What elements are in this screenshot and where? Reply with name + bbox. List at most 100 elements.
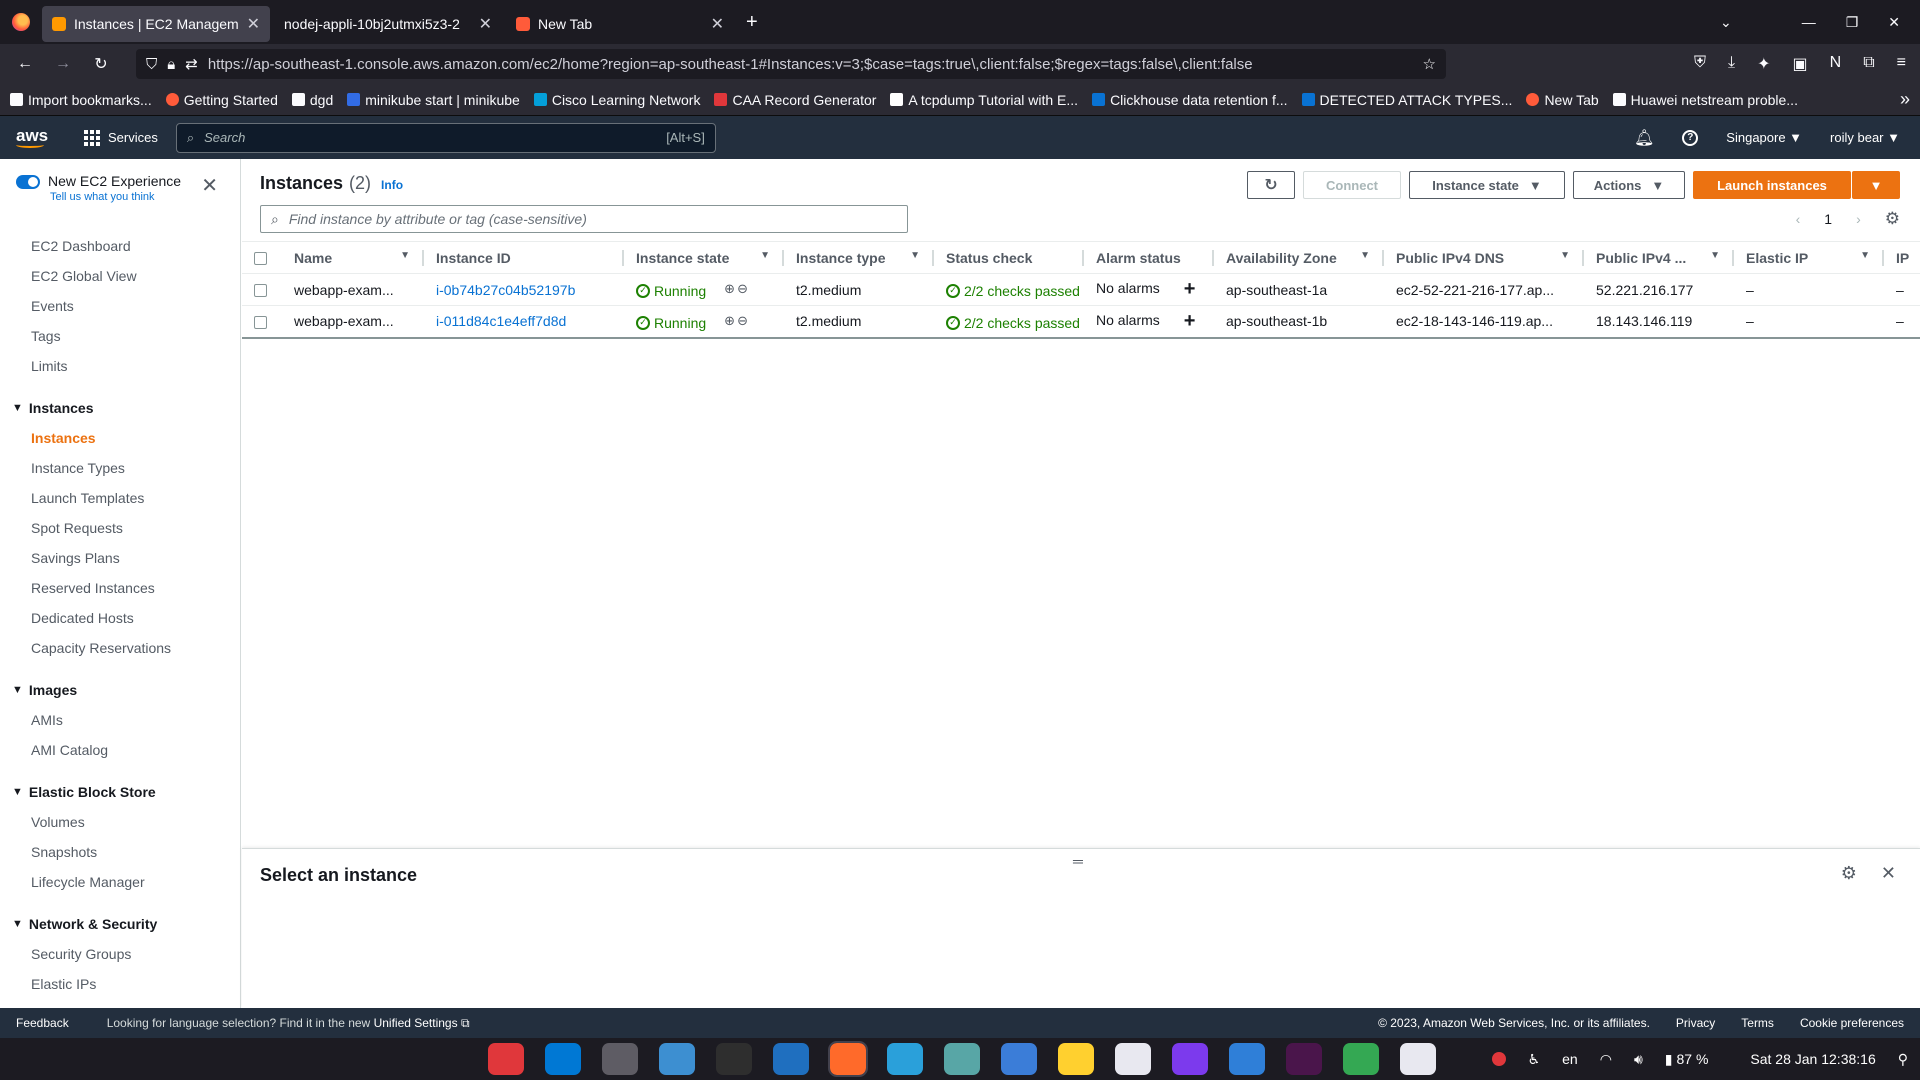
reader-app-icon[interactable] [659, 1043, 695, 1075]
vscode-app-icon[interactable] [545, 1043, 581, 1075]
connect-button[interactable]: Connect [1303, 171, 1401, 199]
page-number[interactable]: 1 [1824, 211, 1832, 227]
clickup-app-icon[interactable] [1115, 1043, 1151, 1075]
sidenav-item[interactable]: Snapshots [0, 837, 240, 867]
menu-icon[interactable]: ≡ [1897, 54, 1906, 74]
sidenav-section[interactable]: ▼ Instances [0, 393, 240, 423]
column-header[interactable]: IP [1884, 241, 1920, 274]
close-tab-icon[interactable]: ✕ [479, 14, 492, 34]
sidenav-item[interactable]: EC2 Dashboard [0, 231, 240, 261]
sidenav-item[interactable]: Spot Requests [0, 513, 240, 543]
miro-app-icon[interactable] [1058, 1043, 1094, 1075]
bookmark-item[interactable]: minikube start | minikube [347, 92, 520, 108]
tab-list-chevron-icon[interactable]: ⌄ [1720, 14, 1732, 31]
column-header[interactable]: Availability Zone ▼ [1214, 241, 1384, 274]
firefox-app-icon[interactable] [828, 1041, 868, 1077]
zoom-in-icon[interactable]: ⊕ [724, 313, 735, 328]
firefox-logo-icon[interactable] [12, 13, 30, 31]
launch-dropdown-button[interactable]: ▼ [1852, 171, 1900, 199]
battery-indicator[interactable]: ▮ 87 % [1665, 1051, 1709, 1068]
wifi-icon[interactable]: ◠ [1600, 1051, 1612, 1068]
bookmark-item[interactable]: CAA Record Generator [714, 92, 876, 108]
sidenav-item[interactable]: Security Groups [0, 939, 240, 969]
row-checkbox[interactable] [254, 316, 267, 330]
bookmark-star-icon[interactable]: ☆ [1423, 55, 1436, 73]
sort-caret-icon[interactable]: ▼ [760, 250, 770, 261]
column-header[interactable]: Instance ID [424, 241, 624, 274]
detail-settings-gear-icon[interactable]: ⚙ [1841, 863, 1857, 884]
sort-caret-icon[interactable]: ▼ [400, 250, 410, 261]
sidenav-item[interactable]: Capacity Reservations [0, 633, 240, 663]
aws-logo[interactable]: aws [16, 127, 60, 148]
sidenav-item[interactable]: AMI Catalog [0, 735, 240, 765]
bookmark-item[interactable]: dgd [291, 92, 333, 108]
account-menu[interactable]: roily bear ▼ [1830, 130, 1900, 145]
keyboard-language[interactable]: en [1562, 1051, 1578, 1067]
volume-icon[interactable]: 🔊︎ [1634, 1051, 1643, 1068]
aws-search-input[interactable]: ⌕ Search [Alt+S] [175, 122, 716, 153]
app-blue-app-icon[interactable] [1001, 1043, 1037, 1075]
extension-icon[interactable]: ✦ [1757, 54, 1770, 74]
notification-badge-icon[interactable] [1491, 1052, 1506, 1066]
browser-tab[interactable]: New Tab ✕ [506, 6, 734, 42]
column-header[interactable]: Name ▼ [282, 241, 424, 274]
column-header[interactable]: Instance type ▼ [784, 241, 934, 274]
bookmark-item[interactable]: Huawei netstream proble... [1612, 92, 1798, 108]
column-header[interactable]: Instance state ▼ [624, 241, 784, 274]
column-header[interactable]: Public IPv4 ... ▼ [1584, 241, 1734, 274]
app-paw-app-icon[interactable] [944, 1043, 980, 1075]
minimize-icon[interactable]: — [1802, 14, 1816, 30]
add-alarm-icon[interactable]: + [1184, 310, 1196, 332]
instance-id-link[interactable]: i-0b74b27c04b52197b [436, 282, 575, 298]
bookmark-item[interactable]: Getting Started [165, 92, 278, 108]
bookmark-item[interactable]: A tcpdump Tutorial with E... [890, 92, 1078, 108]
actions-button[interactable]: Actions ▼ [1573, 171, 1685, 199]
pocket-icon[interactable]: ⛨ [1694, 54, 1706, 74]
permissions-icon[interactable]: ⇄ [185, 55, 198, 73]
back-icon[interactable]: ← [14, 55, 36, 73]
lock-icon[interactable]: 🔒︎ [167, 56, 175, 73]
instance-filter-input[interactable]: ⌕ Find instance by attribute or tag (cas… [260, 205, 908, 233]
sidenav-item[interactable]: AMIs [0, 705, 240, 735]
shield-icon[interactable]: ⛉ [146, 56, 157, 73]
bookmark-item[interactable]: Import bookmarks... [10, 92, 152, 108]
browser-tab[interactable]: Instances | EC2 Manageme ✕ [42, 6, 270, 42]
sort-caret-icon[interactable]: ▼ [1560, 250, 1570, 261]
sidenav-section[interactable]: ▼ Images [0, 675, 240, 705]
sidenav-item[interactable]: Events [0, 291, 240, 321]
bookmark-item[interactable]: Cisco Learning Network [533, 92, 700, 108]
column-header[interactable]: Status check [934, 241, 1084, 274]
refresh-button[interactable]: ↻ [1247, 171, 1295, 199]
row-checkbox[interactable] [254, 284, 267, 298]
remmina-app-icon[interactable] [773, 1043, 809, 1075]
bookmark-item[interactable]: Clickhouse data retention f... [1092, 92, 1288, 108]
add-alarm-icon[interactable]: + [1184, 278, 1196, 300]
url-text[interactable]: https://ap-southeast-1.console.aws.amazo… [208, 56, 1413, 73]
zoom-in-icon[interactable]: ⊕ [724, 281, 735, 296]
accessibility-person-icon[interactable]: ⚲ [1898, 1051, 1908, 1068]
bookmark-item[interactable]: DETECTED ATTACK TYPES... [1301, 92, 1512, 108]
sidenav-item[interactable]: Reserved Instances [0, 573, 240, 603]
services-menu-button[interactable]: Services [84, 129, 158, 146]
sidenav-section[interactable]: ▼ Elastic Block Store [0, 777, 240, 807]
sidenav-item[interactable]: Savings Plans [0, 543, 240, 573]
browser-tab[interactable]: nodej-appli-10bj2utmxi5z3-2 ✕ [274, 6, 502, 42]
chrome-app-icon[interactable] [1343, 1043, 1379, 1075]
region-selector[interactable]: Singapore ▼ [1726, 130, 1802, 145]
sort-caret-icon[interactable]: ▼ [1710, 250, 1720, 261]
next-page-icon[interactable]: › [1856, 211, 1861, 227]
terminal-app-icon[interactable] [716, 1043, 752, 1075]
bookmark-item[interactable]: New Tab [1526, 92, 1599, 108]
sidenav-item[interactable]: Launch Templates [0, 483, 240, 513]
sort-caret-icon[interactable]: ▼ [1860, 250, 1870, 261]
pycharm-app-icon[interactable] [1229, 1043, 1265, 1075]
reload-icon[interactable]: ↻ [90, 54, 112, 74]
obsidian-app-icon[interactable] [1172, 1043, 1208, 1075]
url-bar[interactable]: ⛉ 🔒︎ ⇄ https://ap-southeast-1.console.aw… [136, 49, 1446, 79]
preferences-gear-icon[interactable]: ⚙ [1885, 209, 1900, 229]
help-icon[interactable]: ? [1682, 129, 1699, 146]
prev-page-icon[interactable]: ‹ [1796, 211, 1801, 227]
sidenav-item[interactable]: Volumes [0, 807, 240, 837]
sidenav-item[interactable]: Instances [0, 423, 240, 453]
select-all-checkbox[interactable] [254, 252, 267, 266]
